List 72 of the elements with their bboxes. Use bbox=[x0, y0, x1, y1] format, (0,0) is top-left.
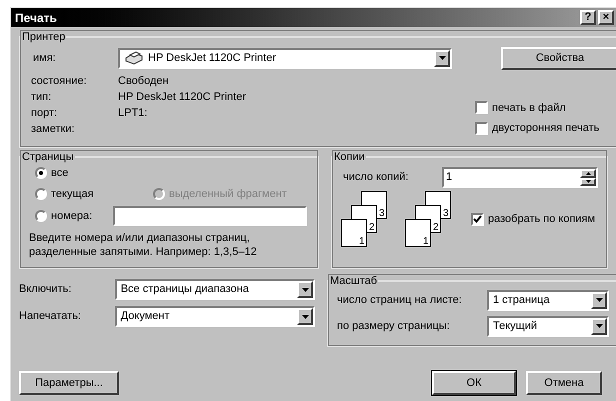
radio-label: все bbox=[51, 166, 68, 181]
radio-label: выделенный фрагмент bbox=[169, 186, 287, 202]
checkbox-label: разобрать по копиям bbox=[488, 212, 596, 227]
info-label: заметки: bbox=[30, 122, 76, 138]
caret-icon bbox=[302, 314, 308, 318]
caret-icon bbox=[302, 288, 308, 292]
info-label: тип: bbox=[30, 90, 52, 106]
field-label: число страниц на листе: bbox=[337, 292, 463, 308]
group-title: Масштаб bbox=[329, 274, 378, 289]
dropdown-field[interactable]: Все страницы диапазона bbox=[114, 279, 315, 300]
page-number: 2 bbox=[369, 222, 375, 233]
dropdown-value: Текущий bbox=[492, 318, 538, 334]
checkbox-label: двусторонняя печать bbox=[492, 121, 600, 136]
properties-button[interactable]: Свойства bbox=[501, 46, 616, 70]
dropdown-value: Документ bbox=[120, 309, 170, 324]
close-button[interactable]: × bbox=[598, 10, 614, 25]
page-number: 1 bbox=[359, 236, 365, 247]
caret-icon bbox=[586, 180, 590, 184]
ok-button[interactable]: ОК bbox=[432, 371, 516, 395]
page-number: 1 bbox=[423, 236, 429, 247]
cancel-button[interactable]: Отмена bbox=[526, 371, 602, 395]
radio-label: номера: bbox=[51, 208, 92, 224]
caret-icon bbox=[596, 298, 602, 302]
dropdown-arrow-button[interactable] bbox=[591, 292, 607, 308]
info-label: порт: bbox=[30, 106, 58, 122]
field-label: Включить: bbox=[19, 282, 72, 298]
caret-icon bbox=[438, 56, 446, 60]
caret-icon bbox=[596, 324, 602, 328]
spin-up-button[interactable] bbox=[580, 169, 596, 178]
dropdown-value: Все страницы диапазона bbox=[120, 282, 250, 298]
checkbox[interactable] bbox=[475, 122, 488, 135]
info-value: LPT1: bbox=[118, 106, 148, 122]
hint-text: Введите номера и/или диапазоны страниц, разделенные запятыми. Например: 1,3,5–12 bbox=[29, 231, 258, 259]
dropdown-value: 1 страница bbox=[492, 292, 551, 308]
dropdown-arrow-button[interactable] bbox=[591, 318, 607, 334]
page-number: 3 bbox=[379, 208, 385, 219]
radio-label: текущая bbox=[51, 186, 94, 202]
page-number: 2 bbox=[433, 222, 439, 233]
group-title: Страницы bbox=[21, 150, 75, 164]
checkbox-label: печать в файл bbox=[492, 100, 566, 116]
dropdown-arrow-button[interactable] bbox=[434, 50, 450, 66]
group-title: Копии bbox=[333, 150, 366, 164]
info-label: состояние: bbox=[30, 74, 88, 90]
window-title: Печать bbox=[15, 10, 57, 26]
options-button[interactable]: Параметры... bbox=[19, 371, 119, 395]
caret-up-icon bbox=[586, 172, 590, 175]
checkbox[interactable] bbox=[475, 101, 488, 114]
copies-spinner-field[interactable]: 1 bbox=[442, 167, 598, 188]
printer-icon bbox=[124, 51, 144, 65]
radio-button[interactable] bbox=[35, 210, 47, 222]
dropdown-field[interactable]: HP DeskJet 1120C Printer bbox=[118, 48, 452, 68]
field-label: Напечатать: bbox=[19, 309, 82, 324]
info-value: HP DeskJet 1120C Printer bbox=[118, 90, 246, 106]
dropdown-arrow-button[interactable] bbox=[297, 308, 313, 325]
group-title: Принтер bbox=[21, 30, 66, 45]
field-label: число копий: bbox=[342, 170, 408, 186]
dropdown-arrow-button[interactable] bbox=[297, 281, 313, 298]
dropdown-field[interactable]: 1 страница bbox=[487, 290, 609, 310]
dropdown-field[interactable]: Документ bbox=[114, 306, 315, 327]
field-label: имя: bbox=[32, 50, 57, 66]
page-numbers-field[interactable] bbox=[113, 206, 307, 226]
radio-button[interactable] bbox=[35, 167, 47, 180]
dropdown-field[interactable]: Текущий bbox=[487, 316, 609, 336]
dropdown-value: HP DeskJet 1120C Printer bbox=[147, 50, 277, 66]
checkmark-icon bbox=[473, 215, 482, 223]
page-number: 3 bbox=[443, 208, 449, 219]
spinner-value: 1 bbox=[445, 170, 454, 186]
help-button[interactable]: ? bbox=[580, 10, 596, 25]
radio-button[interactable] bbox=[35, 188, 47, 200]
checkbox[interactable] bbox=[471, 212, 484, 226]
field-label: по размеру страницы: bbox=[337, 318, 451, 334]
info-value: Свободен bbox=[118, 74, 169, 90]
